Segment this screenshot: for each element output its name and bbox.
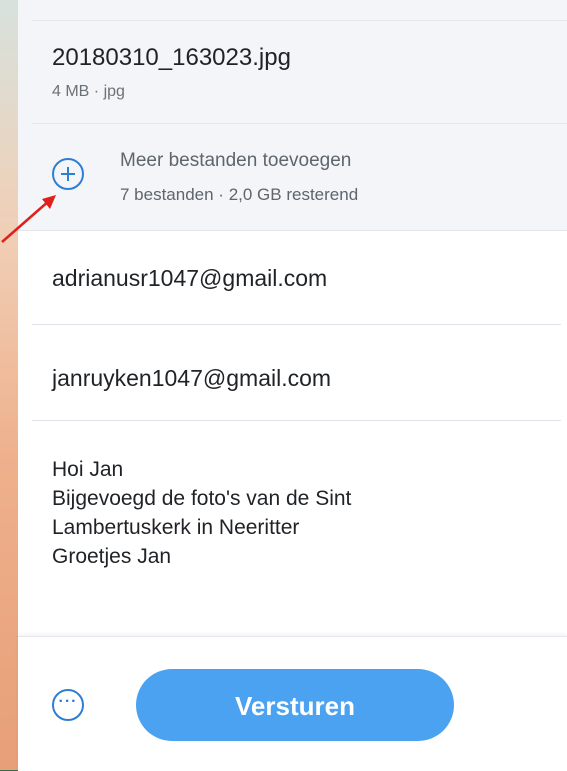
plus-circle-icon[interactable] — [52, 158, 84, 190]
divider — [32, 20, 567, 21]
file-name: 20180310_163023.jpg — [52, 44, 291, 71]
message-field[interactable]: Hoi Jan Bijgevoegd de foto's van de Sint… — [52, 455, 512, 571]
more-options-icon[interactable]: ··· — [52, 689, 84, 721]
email-from-value: janruyken1047@gmail.com — [52, 365, 332, 391]
add-files-subtitle: 7 bestanden · 2,0 GB resterend — [120, 185, 359, 204]
add-files-title[interactable]: Meer bestanden toevoegen — [120, 150, 351, 172]
email-from-field[interactable]: janruyken1047@gmail.com — [32, 325, 561, 421]
transfer-panel: 20180310_163023.jpg 4 MB · jpg Meer best… — [18, 0, 567, 771]
file-meta: 4 MB · jpg — [52, 83, 125, 100]
message-line: Lambertuskerk in Neeritter — [52, 516, 300, 539]
annotation-arrow-icon — [1, 195, 56, 243]
send-button[interactable]: Versturen — [136, 669, 454, 741]
attachment-section: 20180310_163023.jpg 4 MB · jpg Meer best… — [18, 0, 567, 231]
message-line: Groetjes Jan — [52, 545, 172, 568]
email-to-value: adrianusr1047@gmail.com — [52, 265, 328, 291]
message-line: Bijgevoegd de foto's van de Sint — [52, 487, 352, 510]
message-line: Hoi Jan — [52, 458, 124, 481]
email-to-field[interactable]: adrianusr1047@gmail.com — [32, 230, 561, 325]
divider — [32, 123, 567, 124]
background-left-strip — [0, 0, 20, 770]
footer-bar: ··· Versturen — [18, 636, 567, 771]
